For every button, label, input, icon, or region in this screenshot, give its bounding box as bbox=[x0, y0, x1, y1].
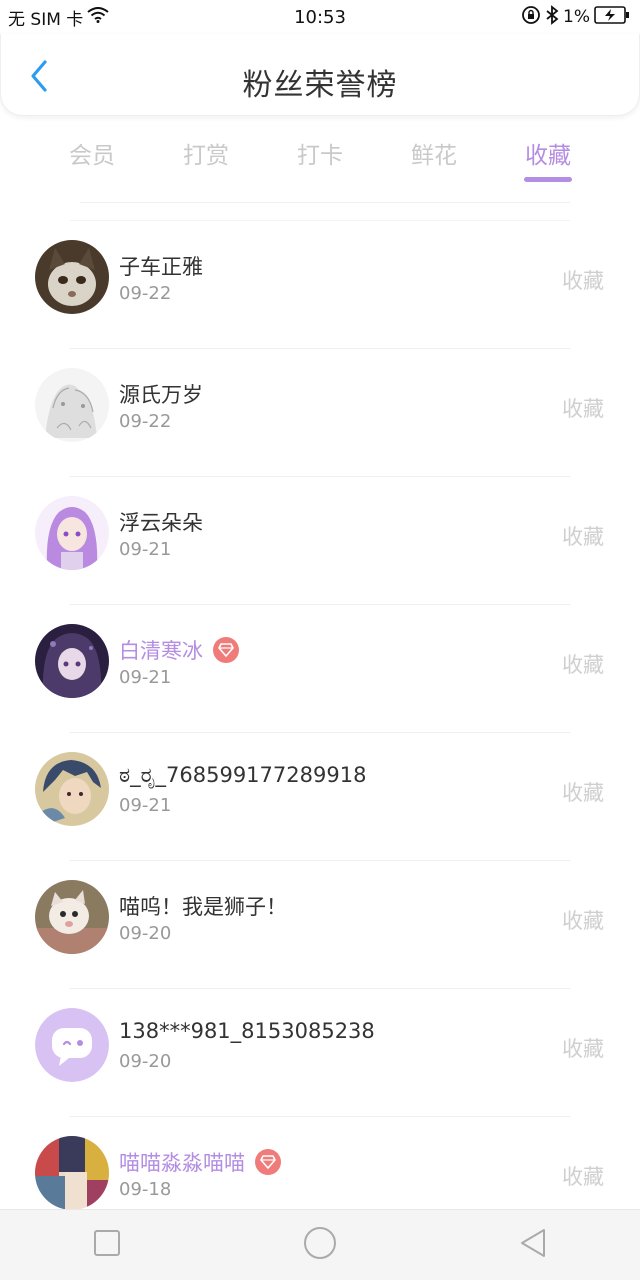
back-nav-button[interactable] bbox=[503, 1215, 563, 1275]
avatar[interactable] bbox=[35, 752, 109, 826]
date: 09-22 bbox=[119, 411, 172, 432]
date: 09-18 bbox=[119, 1179, 172, 1200]
tab-label: 鲜花 bbox=[411, 143, 457, 169]
tab-label: 收藏 bbox=[525, 143, 571, 169]
date: 09-21 bbox=[119, 795, 172, 816]
list-item[interactable]: 白清寒冰 09-21 收藏 bbox=[0, 605, 640, 733]
header: 粉丝荣誉榜 bbox=[0, 34, 640, 116]
tab-label: 打卡 bbox=[297, 143, 343, 169]
user-name: 喵呜！我是狮子！ bbox=[119, 895, 287, 919]
page-title: 粉丝荣誉榜 bbox=[242, 68, 398, 103]
user-name: 源氏万岁 bbox=[119, 383, 203, 407]
clock: 10:53 bbox=[294, 6, 346, 28]
vip-diamond-icon bbox=[213, 637, 239, 663]
action-label: 收藏 bbox=[562, 909, 604, 933]
action-label: 收藏 bbox=[562, 781, 604, 805]
user-name: 白清寒冰 bbox=[119, 639, 203, 663]
user-name-line: 138***981_8153085238 bbox=[119, 1019, 375, 1043]
divider bbox=[80, 202, 570, 203]
user-name-line: 子车正雅 bbox=[119, 251, 203, 281]
action-label: 收藏 bbox=[562, 1037, 604, 1061]
vip-diamond-icon bbox=[255, 1149, 281, 1175]
date: 09-21 bbox=[119, 539, 172, 560]
active-tab-indicator bbox=[524, 177, 572, 182]
tab-checkin[interactable]: 打卡 bbox=[263, 128, 377, 184]
user-name-line: 喵喵淼淼喵喵 bbox=[119, 1147, 281, 1177]
square-icon bbox=[93, 1229, 121, 1261]
recents-button[interactable] bbox=[77, 1215, 137, 1275]
list-item[interactable]: 喵呜！我是狮子！ 09-20 收藏 bbox=[0, 861, 640, 989]
date: 09-22 bbox=[119, 283, 172, 304]
circle-icon bbox=[303, 1226, 337, 1264]
status-bar: 无 SIM 卡 10:53 1% bbox=[0, 0, 640, 34]
avatar[interactable] bbox=[35, 368, 109, 442]
home-button[interactable] bbox=[290, 1215, 350, 1275]
list-item[interactable]: 138***981_8153085238 09-20 收藏 bbox=[0, 989, 640, 1117]
user-name-line: 浮云朵朵 bbox=[119, 507, 203, 537]
action-label: 收藏 bbox=[562, 525, 604, 549]
user-name-line: 喵呜！我是狮子！ bbox=[119, 891, 287, 921]
tab-label: 会员 bbox=[69, 143, 115, 169]
action-label: 收藏 bbox=[562, 653, 604, 677]
date: 09-20 bbox=[119, 1051, 172, 1072]
fan-list: 子车正雅 09-22 收藏 源氏万岁 09-22 收藏 浮云朵朵 09-21 收… bbox=[0, 221, 640, 1245]
triangle-back-icon bbox=[518, 1227, 548, 1263]
date: 09-20 bbox=[119, 923, 172, 944]
avatar[interactable] bbox=[35, 624, 109, 698]
tab-reward[interactable]: 打赏 bbox=[149, 128, 263, 184]
user-name-line: 源氏万岁 bbox=[119, 379, 203, 409]
avatar[interactable] bbox=[35, 496, 109, 570]
user-name: 喵喵淼淼喵喵 bbox=[119, 1151, 245, 1175]
action-label: 收藏 bbox=[562, 269, 604, 293]
list-item[interactable]: 浮云朵朵 09-21 收藏 bbox=[0, 477, 640, 605]
user-name: 138***981_8153085238 bbox=[119, 1019, 375, 1043]
avatar[interactable] bbox=[35, 880, 109, 954]
list-item[interactable]: 子车正雅 09-22 收藏 bbox=[0, 221, 640, 349]
tab-member[interactable]: 会员 bbox=[35, 128, 149, 184]
list-item[interactable]: ಠ_ರೃ_768599177289918 09-21 收藏 bbox=[0, 733, 640, 861]
user-name-line: ಠ_ರೃ_768599177289918 bbox=[119, 763, 366, 788]
tab-flowers[interactable]: 鲜花 bbox=[377, 128, 491, 184]
user-name: 浮云朵朵 bbox=[119, 511, 203, 535]
action-label: 收藏 bbox=[562, 1165, 604, 1189]
system-nav-bar bbox=[0, 1209, 640, 1280]
list-item[interactable]: 源氏万岁 09-22 收藏 bbox=[0, 349, 640, 477]
avatar[interactable] bbox=[35, 1008, 109, 1082]
user-name: ಠ_ರೃ_768599177289918 bbox=[119, 763, 367, 787]
tab-label: 打赏 bbox=[183, 143, 229, 169]
tab-bar: 会员 打赏 打卡 鲜花 收藏 bbox=[35, 128, 605, 184]
avatar[interactable] bbox=[35, 240, 109, 314]
avatar[interactable] bbox=[35, 1136, 109, 1210]
date: 09-21 bbox=[119, 667, 172, 688]
user-name: 子车正雅 bbox=[119, 255, 203, 279]
tab-favorites[interactable]: 收藏 bbox=[491, 128, 605, 184]
action-label: 收藏 bbox=[562, 397, 604, 421]
user-name-line: 白清寒冰 bbox=[119, 635, 239, 665]
